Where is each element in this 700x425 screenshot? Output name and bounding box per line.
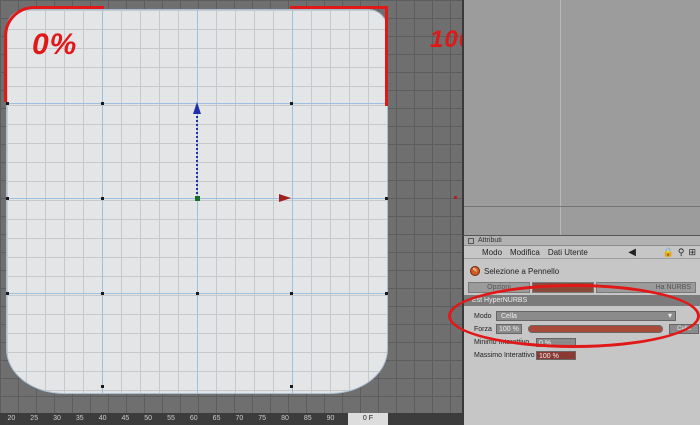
annotation-ellipse (448, 284, 700, 348)
origin-point[interactable] (195, 196, 200, 201)
y-axis-arrow-icon[interactable] (193, 102, 201, 114)
ruler-tick: 85 (303, 415, 312, 422)
guide-line-vertical (197, 10, 198, 393)
ruler-tick: 35 (75, 415, 84, 422)
menu-user-data[interactable]: Dati Utente (548, 248, 588, 257)
attributes-title: Attributi (478, 237, 502, 244)
ruler-tick: 40 (98, 415, 107, 422)
ruler-tick: 80 (281, 415, 289, 422)
annotation-bracket-right (290, 6, 388, 106)
ruler-tick: 65 (212, 415, 221, 422)
ruler-tick: 75 (258, 415, 267, 422)
ruler-tick: 70 (235, 415, 244, 422)
ruler-tick: 30 (53, 415, 61, 422)
control-point[interactable] (290, 385, 293, 388)
control-point[interactable] (101, 197, 104, 200)
attributes-titlebar: Attributi (464, 236, 700, 246)
attributes-menubar: Modo Modifica Dati Utente ◀ 🔒 ⚲ ⊞ (464, 246, 700, 259)
new-panel-icon[interactable]: ⊞ (688, 247, 696, 258)
menu-edit[interactable]: Modifica (510, 248, 540, 257)
frame-field[interactable]: 0 F (347, 413, 388, 425)
active-tool-name: Selezione a Pennello (484, 266, 560, 276)
timeline-ruler[interactable]: 20 25 30 35 40 45 50 55 60 65 70 75 80 8… (0, 413, 462, 425)
ruler-tick: 25 (30, 415, 39, 422)
control-point[interactable] (290, 292, 293, 295)
panel-divider (560, 0, 561, 235)
ruler-tick: 45 (121, 415, 130, 422)
lock-icon[interactable]: 🔒 (663, 247, 674, 258)
panel-divider (464, 206, 700, 207)
active-tool-row: ✎ Selezione a Pennello (464, 262, 700, 280)
panel-icon (468, 238, 474, 244)
control-point[interactable] (101, 292, 104, 295)
back-arrow-icon[interactable]: ◀ (628, 247, 636, 258)
ruler-tick: 90 (326, 415, 335, 422)
control-point[interactable] (101, 385, 104, 388)
control-point[interactable] (196, 292, 199, 295)
x-axis-arrow-icon[interactable] (279, 194, 291, 202)
control-point[interactable] (385, 197, 388, 200)
brush-select-icon: ✎ (470, 266, 480, 276)
ruler-tick: 60 (189, 415, 198, 422)
max-label: Massimo Interattivo (474, 351, 535, 359)
control-point[interactable] (6, 197, 9, 200)
control-point[interactable] (6, 292, 9, 295)
control-point[interactable] (385, 292, 388, 295)
control-point[interactable] (101, 102, 104, 105)
max-input[interactable]: 100 % (536, 350, 576, 360)
ruler-tick: 50 (144, 415, 153, 422)
control-point[interactable] (6, 102, 9, 105)
annotation-marker (454, 196, 457, 199)
ruler-tick: 55 (167, 415, 175, 422)
y-axis-handle[interactable] (196, 112, 198, 198)
object-manager-panel[interactable] (462, 0, 700, 235)
link-icon[interactable]: ⚲ (678, 247, 685, 258)
menu-mode[interactable]: Modo (482, 248, 502, 257)
max-row: Massimo Interattivo 100 % (464, 349, 700, 361)
ruler-tick: 20 (7, 415, 16, 422)
annotation-label-0: 0% (32, 28, 78, 61)
